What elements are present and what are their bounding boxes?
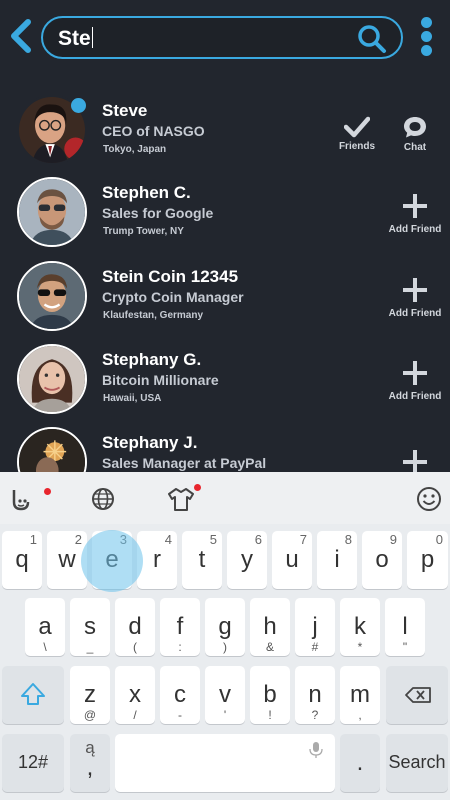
key-c[interactable]: c-	[160, 666, 200, 724]
key-g[interactable]: g)	[205, 598, 245, 656]
contact-title: Sales for Google	[102, 205, 214, 221]
add-friend-label: Add Friend	[388, 391, 442, 402]
symbols-key[interactable]: 12#	[2, 734, 64, 792]
avatar	[17, 177, 87, 247]
chat-button[interactable]: Chat	[396, 115, 434, 153]
key-l[interactable]: l "	[385, 598, 425, 656]
contact-location: Trump Tower, NY	[103, 226, 184, 237]
friends-label: Friends	[338, 141, 376, 152]
chat-bubble-icon	[404, 117, 426, 138]
online-status-dot	[71, 98, 86, 113]
plus-icon	[403, 450, 427, 473]
key-i[interactable]: 8i	[317, 531, 357, 589]
text-cursor	[91, 27, 93, 48]
plus-icon	[403, 361, 427, 385]
globe-icon[interactable]	[88, 484, 118, 514]
theme-shirt-icon[interactable]	[166, 484, 196, 514]
contact-name: Stephany G.	[102, 350, 202, 369]
contact-location: Tokyo, Japan	[103, 144, 167, 155]
avatar	[17, 261, 87, 331]
avatar	[17, 344, 87, 414]
key-o[interactable]: 9o	[362, 531, 402, 589]
key-j[interactable]: j #	[295, 598, 335, 656]
smiley-icon[interactable]	[414, 484, 444, 514]
plus-icon	[403, 278, 427, 302]
contact-list: Steve CEO of NASGO Tokyo, Japan Friends …	[0, 88, 450, 473]
shift-arrow-icon	[21, 683, 45, 705]
contact-title: CEO of NASGO	[102, 123, 205, 139]
search-icon[interactable]	[357, 24, 387, 54]
key-x[interactable]: x /	[115, 666, 155, 724]
key-v[interactable]: v '	[205, 666, 245, 724]
add-friend-button[interactable]: Add Friend	[384, 361, 446, 402]
contact-title: Bitcoin Millionare	[102, 372, 219, 388]
keyboard-toolbar	[0, 472, 450, 524]
add-friend-button[interactable]	[384, 450, 446, 473]
add-friend-label: Add Friend	[388, 224, 442, 235]
comma-key[interactable]: ą ,	[70, 734, 110, 792]
search-field[interactable]: Ste	[41, 16, 403, 59]
notification-dot	[44, 488, 51, 495]
contact-name: Steve	[102, 101, 148, 120]
more-options-icon[interactable]	[418, 17, 434, 59]
key-r[interactable]: 4r	[137, 531, 177, 589]
contact-row[interactable]: Stephany G. Bitcoin Millionare Hawaii, U…	[0, 337, 450, 420]
key-w[interactable]: 2w	[47, 531, 87, 589]
backspace-key[interactable]	[386, 666, 448, 724]
back-arrow-icon[interactable]	[6, 18, 36, 54]
period-key[interactable]: .	[340, 734, 380, 792]
contact-name: Stephen C.	[102, 183, 191, 202]
contact-location: Klaufestan, Germany	[103, 310, 204, 321]
key-y[interactable]: 6y	[227, 531, 267, 589]
key-b[interactable]: b!	[250, 666, 290, 724]
add-friend-button[interactable]: Add Friend	[384, 278, 446, 319]
key-s[interactable]: s _	[70, 598, 110, 656]
friends-button[interactable]: Friends	[334, 116, 380, 152]
top-bar: Ste	[0, 0, 450, 75]
chat-label: Chat	[403, 142, 427, 153]
notification-dot	[194, 484, 201, 491]
search-input[interactable]: Ste	[58, 27, 91, 50]
key-q[interactable]: 1q	[2, 531, 42, 589]
contact-row[interactable]: Steve CEO of NASGO Tokyo, Japan Friends …	[0, 88, 450, 171]
avatar	[17, 427, 87, 473]
contact-row[interactable]: Stephen C. Sales for Google Trump Tower,…	[0, 170, 450, 253]
plus-icon	[403, 194, 427, 218]
shift-key[interactable]	[2, 666, 64, 724]
contact-name: Stephany J.	[102, 433, 198, 452]
key-a[interactable]: a \	[25, 598, 65, 656]
contact-title: Sales Manager at PayPal	[102, 455, 267, 471]
add-friend-label: Add Friend	[388, 308, 442, 319]
key-h[interactable]: h &	[250, 598, 290, 656]
add-friend-button[interactable]: Add Friend	[384, 194, 446, 235]
key-t[interactable]: 5t	[182, 531, 222, 589]
key-e[interactable]: 3e	[92, 531, 132, 589]
emoji-gesture-icon[interactable]	[8, 484, 38, 514]
backspace-icon	[405, 687, 431, 703]
search-action-key[interactable]: Search	[386, 734, 448, 792]
key-k[interactable]: k *	[340, 598, 380, 656]
check-icon	[343, 116, 371, 138]
key-m[interactable]: m,	[340, 666, 380, 724]
contact-row[interactable]: Stein Coin 12345 Crypto Coin Manager Kla…	[0, 254, 450, 337]
contact-location: Hawaii, USA	[103, 393, 162, 404]
space-bar[interactable]	[115, 734, 335, 792]
key-u[interactable]: 7u	[272, 531, 312, 589]
key-f[interactable]: f:	[160, 598, 200, 656]
key-p[interactable]: 0p	[407, 531, 448, 589]
key-n[interactable]: n?	[295, 666, 335, 724]
key-z[interactable]: z @	[70, 666, 110, 724]
contact-row[interactable]: Stephany J. Sales Manager at PayPal	[0, 420, 450, 473]
microphone-icon	[309, 742, 323, 758]
key-d[interactable]: d(	[115, 598, 155, 656]
on-screen-keyboard: 1q 2w 3e 4r 5t 6y 7u 8i 9o 0p a \ s _ d( f…	[0, 472, 450, 800]
contact-title: Crypto Coin Manager	[102, 289, 244, 305]
contact-name: Stein Coin 12345	[102, 267, 239, 286]
